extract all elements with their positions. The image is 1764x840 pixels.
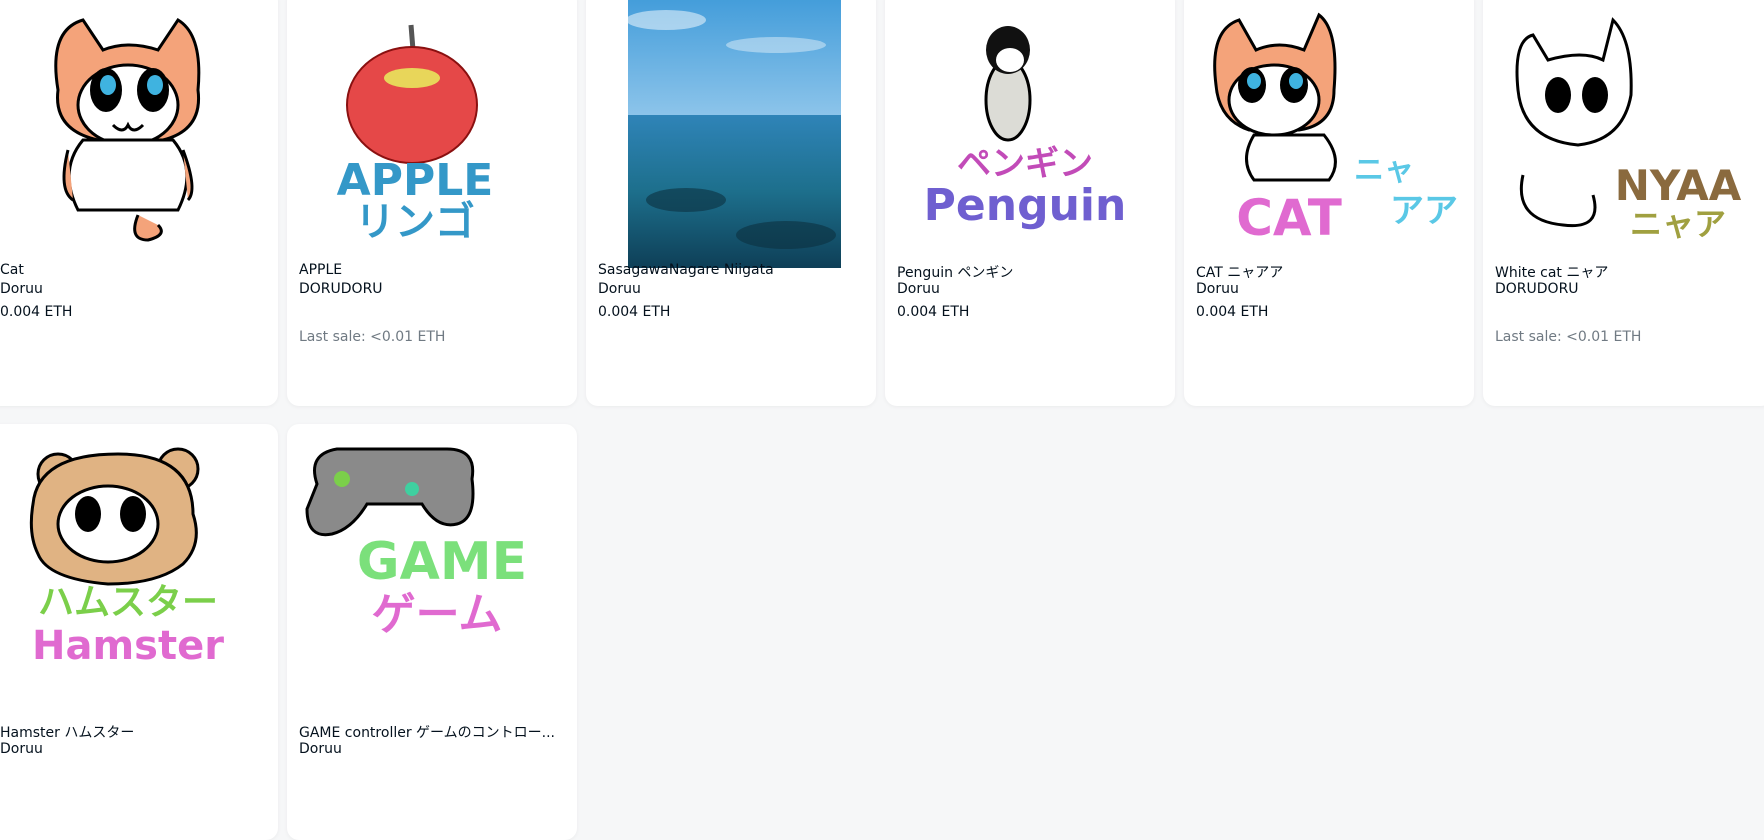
nft-card-white-cat[interactable]: NYAA ニャア White cat ニャア DORUDORU Last sal… [1483,0,1764,406]
nft-card-hamster[interactable]: ハムスター Hamster Hamster ハムスター Doruu [0,424,278,840]
nft-name: Penguin ペンギン [897,265,1014,281]
nft-card-game-controller[interactable]: GAME ゲーム GAME controller ゲームのコントロー... Do… [287,424,577,840]
nft-image-cat[interactable] [0,0,278,270]
nft-image-penguin[interactable]: ペンギン Penguin [885,0,1175,270]
hamster-katakana-text: ハムスター [38,582,218,623]
nft-card-sasagawa[interactable]: SasagawaNagare Niigata Doruu 0.004 ETH [586,0,876,406]
nft-name: Hamster ハムスター [0,725,135,741]
apple-katakana-text: リンゴ [355,199,475,245]
white-cat-katakana-text: ニャア [1630,205,1726,243]
nft-creator[interactable]: Doruu [598,281,866,297]
nft-price: 0.004 ETH [598,304,671,320]
nft-price: 0.004 ETH [0,304,73,320]
nft-card-penguin[interactable]: ペンギン Penguin Penguin ペンギン Doruu 0.004 ET… [885,0,1175,406]
nft-image-sea[interactable] [586,0,876,270]
nft-name: CAT ニャアア [1196,265,1284,281]
nft-card-cat[interactable]: Cat Doruu 0.004 ETH [0,0,278,406]
white-cat-title-text: NYAA [1615,161,1742,210]
hamster-title-text: Hamster [32,623,224,669]
nft-name: APPLE [299,262,343,278]
nft-image-cat-nyaa[interactable]: ニャ CAT アア [1184,0,1474,270]
nft-price: 0.004 ETH [1196,304,1269,320]
cat-nyaa-katakana-1: ニャ [1354,153,1414,188]
nft-price: 0.004 ETH [897,304,970,320]
nft-image-white-cat[interactable]: NYAA ニャア [1483,0,1764,270]
game-katakana-text: ゲーム [372,589,503,640]
nft-name: White cat ニャア [1495,265,1609,281]
game-title-text: GAME [357,532,527,592]
nft-name: SasagawaNagare Niigata [598,262,774,278]
nft-creator[interactable]: Doruu [299,741,567,757]
cat-nyaa-title-text: CAT [1236,189,1342,247]
nft-last-sale: Last sale: <0.01 ETH [299,329,446,345]
nft-card-cat-nyaa[interactable]: ニャ CAT アア CAT ニャアア Doruu 0.004 ETH [1184,0,1474,406]
nft-last-sale: Last sale: <0.01 ETH [1495,329,1642,345]
nft-card-apple[interactable]: APPLE リンゴ APPLE DORUDORU Last sale: <0.0… [287,0,577,406]
nft-image-apple[interactable]: APPLE リンゴ [287,0,577,270]
penguin-katakana-text: ペンギン [957,144,1093,184]
nft-creator[interactable]: Doruu [1196,281,1464,297]
penguin-title-text: Penguin [924,180,1127,231]
nft-image-game-controller[interactable]: GAME ゲーム [287,424,577,704]
nft-name: GAME controller ゲームのコントロー... [299,725,555,741]
nft-creator[interactable]: DORUDORU [1495,281,1763,297]
nft-name: Cat [0,262,24,278]
nft-creator[interactable]: Doruu [897,281,1165,297]
nft-creator[interactable]: DORUDORU [299,281,567,297]
nft-creator[interactable]: Doruu [0,741,268,757]
nft-image-hamster[interactable]: ハムスター Hamster [0,424,278,704]
cat-nyaa-katakana-2: アア [1390,191,1458,231]
nft-creator[interactable]: Doruu [0,281,268,297]
